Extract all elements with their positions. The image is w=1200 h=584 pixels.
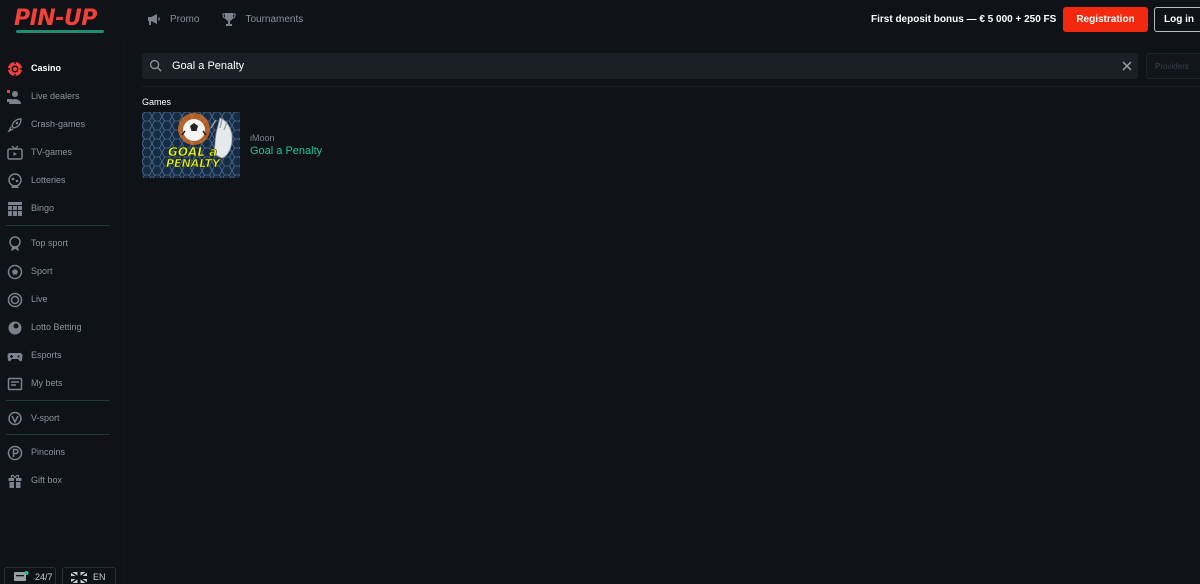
live-icon <box>7 292 23 308</box>
casino-chip-icon <box>7 61 23 77</box>
support-label: 24/7 <box>35 572 53 582</box>
language-button[interactable]: EN <box>62 567 116 584</box>
game-provider: iMoon <box>250 133 275 143</box>
sidebar-item-my-bets[interactable]: My bets <box>0 371 118 397</box>
sidebar-item-label: Gift box <box>31 475 63 485</box>
game-thumbnail[interactable]: GOAL a PENALTY <box>142 112 240 178</box>
sidebar-border <box>124 40 125 584</box>
sidebar-item-label: Casino <box>31 63 62 73</box>
chat-support-icon <box>14 571 29 581</box>
sidebar-item-label: My bets <box>31 378 63 388</box>
lotto-ball-icon <box>8 321 22 335</box>
trophy-icon <box>222 13 237 26</box>
nav-promo[interactable]: Promo <box>146 11 199 27</box>
search-input[interactable] <box>172 57 1112 75</box>
bets-icon <box>7 377 23 391</box>
sidebar-item-label: Live dealers <box>31 91 80 101</box>
sidebar-divider <box>6 225 110 226</box>
nav-promo-label: Promo <box>170 13 200 25</box>
sidebar-item-pincoins[interactable]: Pincoins <box>0 440 118 466</box>
site-logo[interactable]: PIN-UP <box>14 6 97 31</box>
sidebar-item-label: Top sport <box>31 238 69 248</box>
sidebar-item-label: Esports <box>31 350 62 360</box>
providers-button[interactable]: Providers <box>1146 53 1200 79</box>
gift-icon <box>8 474 22 488</box>
login-button[interactable]: Log in <box>1154 7 1200 32</box>
search-separator <box>142 86 1200 87</box>
sidebar-item-v-sport[interactable]: V-sport <box>0 406 118 432</box>
top-nav: Promo Tournaments <box>146 11 303 27</box>
results-section-title: Games <box>142 97 172 107</box>
support-button[interactable]: 24/7 <box>4 567 56 584</box>
sidebar-item-label: Lotto Betting <box>31 322 82 332</box>
bingo-icon <box>8 202 22 216</box>
nav-tournaments[interactable]: Tournaments <box>221 11 303 27</box>
pincoin-icon <box>7 445 23 461</box>
lottery-icon <box>8 173 22 188</box>
sidebar-item-lotteries[interactable]: Lotteries <box>0 168 118 194</box>
sidebar-item-label: Pincoins <box>31 447 66 457</box>
deposit-bonus-banner[interactable]: First deposit bonus — € 5 000 + 250 FS <box>871 14 1056 25</box>
top-sport-icon <box>9 236 21 251</box>
sidebar-item-label: Sport <box>31 266 53 276</box>
sidebar-item-label: TV-games <box>31 147 73 157</box>
search-bar <box>142 53 1138 79</box>
soccer-ball-icon <box>7 264 23 280</box>
sidebar-item-label: Lotteries <box>31 175 66 185</box>
sidebar-item-label: Crash-games <box>31 119 86 129</box>
search-icon <box>149 59 162 72</box>
rocket-icon <box>7 118 22 133</box>
v-sport-icon <box>8 411 22 426</box>
sidebar-item-label: Bingo <box>31 203 55 213</box>
tv-icon <box>7 145 23 160</box>
sidebar-item-sport[interactable]: Sport <box>0 259 118 285</box>
sidebar-item-bingo[interactable]: Bingo <box>0 196 118 222</box>
sidebar-item-casino[interactable]: Casino <box>0 56 118 82</box>
game-title-link[interactable]: Goal a Penalty <box>250 145 322 157</box>
sidebar-item-tv-games[interactable]: TV-games <box>0 140 118 166</box>
sidebar: Casino Live dealers Crash-games TV-games… <box>0 52 118 584</box>
close-icon[interactable] <box>1120 59 1134 73</box>
sidebar-divider <box>6 400 110 401</box>
registration-button[interactable]: Registration <box>1063 7 1148 32</box>
sidebar-item-live[interactable]: Live <box>0 287 118 313</box>
sidebar-item-crash-games[interactable]: Crash-games <box>0 112 118 138</box>
sidebar-item-gift-box[interactable]: Gift box <box>0 468 118 494</box>
thumbnail-title-line-2: PENALTY <box>166 157 221 170</box>
nav-tournaments-label: Tournaments <box>245 13 304 25</box>
header: PIN-UP Promo Tournaments First deposit b… <box>0 0 1200 40</box>
megaphone-icon <box>148 14 160 25</box>
live-dealer-icon <box>7 90 21 104</box>
sidebar-divider <box>6 434 110 435</box>
sidebar-item-esports[interactable]: Esports <box>0 343 118 369</box>
sidebar-item-top-sport[interactable]: Top sport <box>0 231 118 257</box>
sidebar-item-live-dealers[interactable]: Live dealers <box>0 84 118 110</box>
sidebar-item-label: Live <box>31 294 48 304</box>
sidebar-item-label: V-sport <box>31 413 60 423</box>
uk-flag-icon <box>71 571 87 583</box>
sidebar-item-lotto-betting[interactable]: Lotto Betting <box>0 315 118 341</box>
gamepad-icon <box>7 353 23 362</box>
logo-underline <box>16 30 104 33</box>
language-label: EN <box>93 572 106 582</box>
game-card[interactable]: GOAL a PENALTY iMoon Goal a Penalty <box>142 112 342 178</box>
